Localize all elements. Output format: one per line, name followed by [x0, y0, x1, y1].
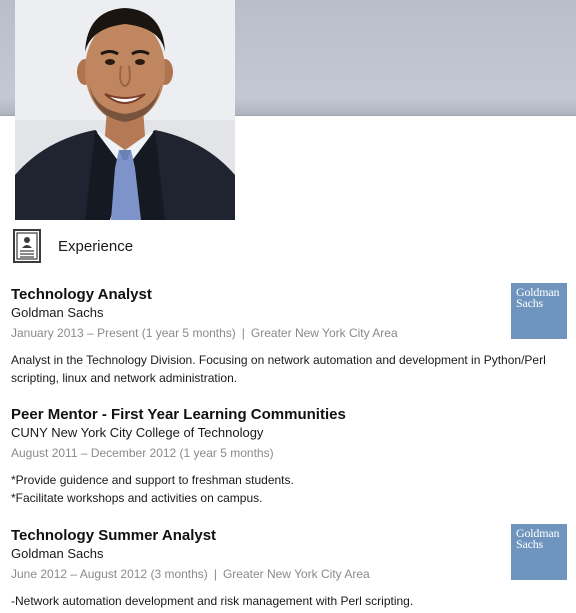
position-meta: August 2011 – December 2012 (1 year 5 mo…: [11, 444, 567, 462]
description-line: Analyst in the Technology Division. Focu…: [11, 353, 546, 367]
position-description: -Network automation development and risk…: [11, 592, 567, 610]
organization-name[interactable]: CUNY New York City College of Technology: [11, 424, 567, 442]
position-meta: January 2013 – Present (1 year 5 months)…: [11, 324, 567, 342]
experience-entry: Technology Summer Analyst Goldman Sachs …: [11, 524, 567, 610]
experience-section-header: Experience: [13, 229, 133, 263]
position-dates: June 2012 – August 2012 (3 months): [11, 567, 208, 581]
experience-entry: Peer Mentor - First Year Learning Commun…: [11, 406, 567, 507]
description-line: -Network automation development and risk…: [11, 594, 414, 608]
logo-text-line: Sachs: [516, 537, 543, 551]
meta-separator: |: [213, 567, 217, 581]
position-title[interactable]: Peer Mentor - First Year Learning Commun…: [11, 406, 567, 424]
resume-document-icon: [13, 229, 41, 263]
position-location: Greater New York City Area: [250, 326, 398, 340]
description-line: *Provide guidence and support to freshma…: [11, 473, 294, 487]
description-line: *Facilitate workshops and activities on …: [11, 491, 263, 505]
profile-photo-image: [15, 0, 235, 220]
company-name[interactable]: Goldman Sachs: [11, 545, 567, 563]
position-dates: January 2013 – Present (1 year 5 months): [11, 326, 236, 340]
position-description: Analyst in the Technology Division. Focu…: [11, 351, 567, 387]
company-name[interactable]: Goldman Sachs: [11, 304, 567, 322]
meta-separator: |: [241, 326, 245, 340]
company-logo[interactable]: Goldman Sachs: [511, 524, 567, 580]
position-dates: August 2011 – December 2012 (1 year 5 mo…: [11, 446, 274, 460]
position-title[interactable]: Technology Analyst: [11, 286, 567, 304]
position-location: Greater New York City Area: [222, 567, 370, 581]
position-description: *Provide guidence and support to freshma…: [11, 471, 567, 507]
profile-photo[interactable]: [15, 0, 235, 220]
description-line: scripting, linux and network administrat…: [11, 371, 238, 385]
profile-page: Experience Technology Analyst Goldman Sa…: [0, 0, 576, 613]
experience-entry: Technology Analyst Goldman Sachs January…: [11, 283, 567, 387]
company-logo[interactable]: Goldman Sachs: [511, 283, 567, 339]
position-meta: June 2012 – August 2012 (3 months) | Great…: [11, 565, 567, 583]
logo-text-line: Sachs: [516, 296, 543, 310]
experience-section-title: Experience: [58, 237, 134, 255]
position-title[interactable]: Technology Summer Analyst: [11, 527, 567, 545]
